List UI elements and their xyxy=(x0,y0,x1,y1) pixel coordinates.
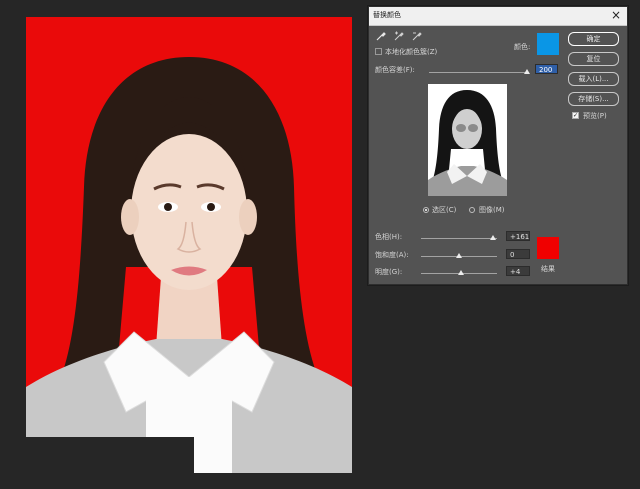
portrait-photo xyxy=(26,17,352,473)
result-label: 结果 xyxy=(541,265,555,273)
preview-mode-image-radio[interactable] xyxy=(469,207,475,213)
sampled-color-swatch[interactable] xyxy=(537,33,559,55)
localized-clusters-label: 本地化颜色簇(Z) xyxy=(385,48,438,56)
lightness-value-field[interactable]: +4 xyxy=(506,266,530,276)
dialog-title: 替换颜色 xyxy=(373,11,401,19)
ok-button[interactable]: 确定 xyxy=(568,32,619,46)
localized-clusters-checkbox[interactable] xyxy=(375,48,382,55)
reset-button[interactable]: 复位 xyxy=(568,52,619,66)
preview-mode-selection-label: 选区(C) xyxy=(432,206,457,214)
color-label: 颜色: xyxy=(514,43,531,51)
eyedropper-plus-icon[interactable] xyxy=(393,30,405,42)
eyedropper-icon[interactable] xyxy=(375,30,387,42)
lightness-label: 明度(G): xyxy=(375,268,403,276)
lightness-slider-thumb[interactable] xyxy=(457,270,464,275)
saturation-slider-thumb[interactable] xyxy=(456,253,462,258)
preview-mode-selection-radio[interactable] xyxy=(423,207,429,213)
saturation-value-field[interactable]: 0 xyxy=(506,249,530,259)
load-button[interactable]: 载入(L)... xyxy=(568,72,619,86)
fuzziness-value-field[interactable]: 200 xyxy=(535,64,558,74)
replace-color-dialog: 替换颜色 × 本地化颜色簇(Z) 颜色: 颜色容差(F): 200 选区(C) … xyxy=(368,6,628,285)
saturation-label: 饱和度(A): xyxy=(375,251,409,259)
preview-checkbox-label: 预览(P) xyxy=(583,112,607,120)
result-color-swatch[interactable] xyxy=(537,237,559,259)
canvas-gap xyxy=(26,437,194,477)
eyedropper-minus-icon[interactable] xyxy=(411,30,423,42)
close-button[interactable]: × xyxy=(611,8,621,22)
hue-value-field[interactable]: +161 xyxy=(506,231,530,241)
selection-preview-image xyxy=(428,84,507,196)
portrait-illustration xyxy=(26,17,352,473)
hue-slider-track[interactable] xyxy=(421,238,497,239)
save-button[interactable]: 存储(S)... xyxy=(568,92,619,106)
hue-label: 色相(H): xyxy=(375,233,403,241)
preview-mode-image-label: 图像(M) xyxy=(479,206,505,214)
fuzziness-slider-track[interactable] xyxy=(429,72,527,73)
selection-preview xyxy=(428,84,507,196)
hue-slider-thumb[interactable] xyxy=(490,235,497,240)
preview-checkbox[interactable]: ✓ xyxy=(572,112,579,119)
dialog-titlebar[interactable]: 替换颜色 × xyxy=(369,7,627,26)
fuzziness-label: 颜色容差(F): xyxy=(375,66,415,74)
fuzziness-slider-thumb[interactable] xyxy=(524,69,530,74)
